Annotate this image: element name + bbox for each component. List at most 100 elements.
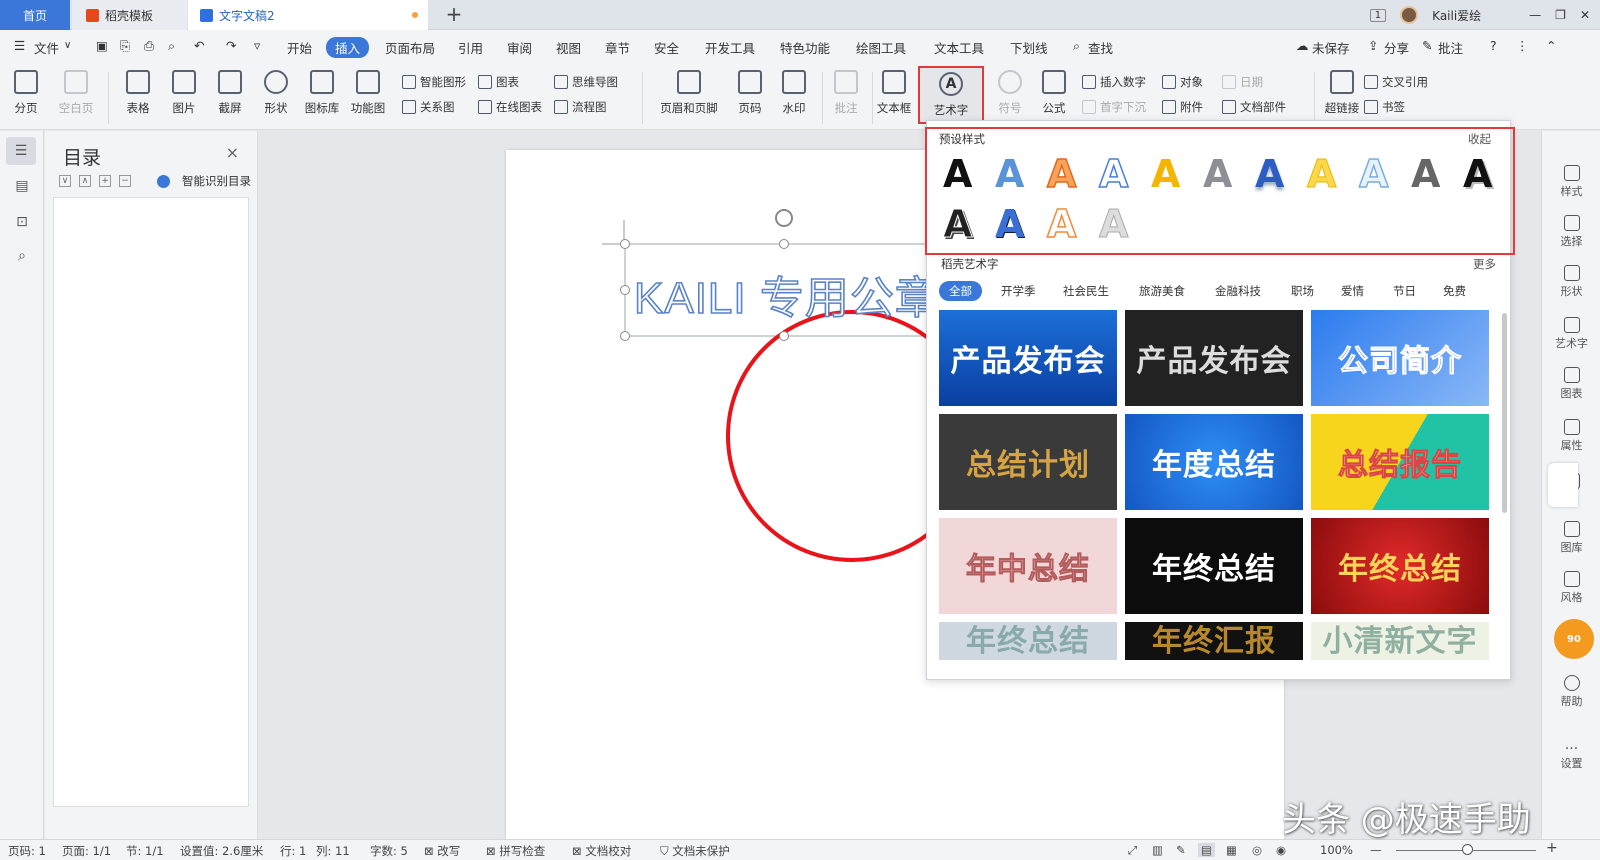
overwrite-toggle[interactable]: ⊠ 改写: [424, 843, 460, 859]
user-name[interactable]: Kaili爱绘: [1432, 7, 1481, 24]
resize-handle[interactable]: [620, 285, 630, 295]
find-icon[interactable]: ⌕: [11, 245, 33, 267]
rotate-handle-icon[interactable]: [775, 209, 793, 227]
chart-panel-button[interactable]: 图表: [1542, 367, 1600, 401]
category-free[interactable]: 免费: [1443, 283, 1466, 299]
status-words[interactable]: 字数: 5: [370, 843, 408, 859]
preset-style-1[interactable]: A: [943, 155, 972, 193]
fullscreen-icon[interactable]: ⤢: [1128, 843, 1137, 858]
gallery-panel-button[interactable]: 图库: [1542, 521, 1600, 555]
doc-proof-button[interactable]: ⊠ 文档校对: [572, 843, 631, 859]
remove-level-icon[interactable]: −: [119, 175, 131, 187]
bookmark-button[interactable]: 书签: [1364, 99, 1405, 115]
cloud-icon[interactable]: ☁: [1296, 38, 1309, 53]
online-chart-button[interactable]: 在线图表: [478, 99, 542, 115]
wordart-card[interactable]: 产品发布会: [939, 310, 1117, 406]
bookmark-panel-icon[interactable]: ⊡: [11, 211, 33, 233]
zoom-level[interactable]: 100%: [1320, 843, 1353, 857]
menu-insert[interactable]: 插入: [326, 37, 370, 58]
hyperlink-button[interactable]: 超链接: [1316, 70, 1368, 116]
screenshot-button[interactable]: 截屏: [208, 70, 252, 116]
add-level-icon[interactable]: +: [99, 175, 111, 187]
preset-style-12[interactable]: A: [942, 205, 972, 244]
web-view-icon[interactable]: ◎: [1252, 843, 1262, 857]
customize-icon[interactable]: ▿: [254, 38, 260, 53]
wordart-card[interactable]: 公司简介: [1311, 310, 1489, 406]
preset-style-5[interactable]: A: [1151, 155, 1180, 193]
new-tab-button[interactable]: +: [442, 2, 466, 26]
watermark-button[interactable]: 水印: [772, 70, 816, 116]
function-chart-button[interactable]: 功能图: [346, 70, 390, 116]
property-panel-button[interactable]: 属性: [1542, 419, 1600, 453]
relation-button[interactable]: 关系图: [402, 99, 455, 115]
print-icon[interactable]: ⎙: [144, 38, 154, 54]
flowchart-button[interactable]: 流程图: [554, 99, 607, 115]
help-button[interactable]: ?: [1490, 38, 1497, 53]
formula-button[interactable]: 公式: [1032, 70, 1076, 116]
wordart-card[interactable]: 总结报告: [1311, 414, 1489, 510]
collapse-button[interactable]: 收起: [1468, 131, 1491, 147]
wordart-card[interactable]: 产品发布会: [1125, 310, 1303, 406]
menu-features[interactable]: 特色功能: [780, 38, 830, 57]
page-view-icon[interactable]: ▤: [1198, 843, 1215, 857]
read-mode-icon[interactable]: ▥: [1152, 843, 1163, 857]
drop-cap-button[interactable]: 首字下沉: [1082, 99, 1146, 115]
menu-layout[interactable]: 页面布局: [385, 38, 435, 57]
export-icon[interactable]: ⎘: [120, 38, 130, 54]
wordart-card[interactable]: 总结计划: [939, 414, 1117, 510]
crossref-button[interactable]: 交叉引用: [1364, 74, 1428, 90]
preset-style-14[interactable]: A: [1046, 204, 1077, 244]
share-icon[interactable]: ⇪: [1368, 38, 1378, 53]
preset-style-9[interactable]: A: [1358, 154, 1389, 194]
tab-document[interactable]: 文字文稿2: [188, 0, 428, 30]
menu-review[interactable]: 审阅: [507, 38, 532, 57]
attachment-button[interactable]: 附件: [1162, 99, 1203, 115]
category-holiday[interactable]: 节日: [1393, 283, 1416, 299]
preset-style-11[interactable]: A: [1463, 155, 1492, 193]
search-label[interactable]: 查找: [1088, 38, 1113, 57]
preset-style-7[interactable]: A: [1255, 155, 1284, 193]
date-button[interactable]: 日期: [1222, 74, 1263, 90]
preview-icon[interactable]: ⌕: [168, 38, 175, 54]
category-society[interactable]: 社会民生: [1063, 283, 1109, 299]
wordart-panel-button[interactable]: 艺术字: [1542, 317, 1600, 351]
style-panel-button[interactable]: 样式: [1542, 165, 1600, 199]
blank-page-button[interactable]: 空白页: [54, 70, 98, 116]
hamburger-icon[interactable]: ☰: [14, 38, 25, 53]
table-button[interactable]: 表格: [116, 70, 160, 116]
smart-toc-button[interactable]: 智能识别目录: [182, 173, 251, 189]
header-footer-button[interactable]: 页眉和页脚: [652, 70, 726, 116]
object-button[interactable]: 对象: [1162, 74, 1203, 90]
comment-ribbon-button[interactable]: 批注: [824, 70, 868, 116]
wordart-card[interactable]: 年中总结: [939, 518, 1117, 614]
icon-library-button[interactable]: 图标库: [300, 70, 344, 116]
outline-view-icon[interactable]: ▦: [1226, 843, 1237, 857]
menu-start[interactable]: 开始: [287, 38, 312, 57]
preset-style-13[interactable]: A: [995, 205, 1024, 243]
save-icon[interactable]: ▣: [96, 38, 108, 53]
smart-shape-button[interactable]: 智能图形: [402, 74, 466, 90]
unsaved-button[interactable]: 未保存: [1312, 38, 1350, 57]
picture-button[interactable]: 图片: [162, 70, 206, 116]
expand-down-icon[interactable]: ∨: [59, 175, 71, 187]
more-button[interactable]: 更多: [1473, 256, 1496, 272]
zoom-in-button[interactable]: +: [1546, 840, 1558, 856]
status-page[interactable]: 页码: 1: [8, 843, 46, 859]
comment-icon[interactable]: ✎: [1422, 38, 1432, 53]
wordart-text[interactable]: KAILI 专用公章: [633, 262, 940, 326]
preset-style-8[interactable]: A: [1306, 155, 1336, 194]
restore-button[interactable]: ❐: [1555, 8, 1566, 22]
chevron-down-icon[interactable]: ∨: [64, 40, 71, 51]
eye-protect-icon[interactable]: ◉: [1276, 843, 1286, 857]
search-icon[interactable]: ⌕: [1073, 38, 1080, 54]
shape-button[interactable]: 形状: [254, 70, 298, 116]
preset-style-4[interactable]: A: [1098, 154, 1129, 194]
category-school[interactable]: 开学季: [1001, 283, 1036, 299]
settings-panel-button[interactable]: ··· 设置: [1542, 742, 1600, 771]
spell-check-button[interactable]: ⊠ 拼写检查: [486, 843, 545, 859]
more-icon[interactable]: ⋮: [1516, 38, 1529, 53]
preset-style-15[interactable]: A: [1098, 205, 1128, 244]
wordart-card[interactable]: 年度总结: [1125, 414, 1303, 510]
preset-style-3[interactable]: A: [1046, 154, 1077, 194]
textbox-button[interactable]: 文本框: [872, 70, 916, 116]
